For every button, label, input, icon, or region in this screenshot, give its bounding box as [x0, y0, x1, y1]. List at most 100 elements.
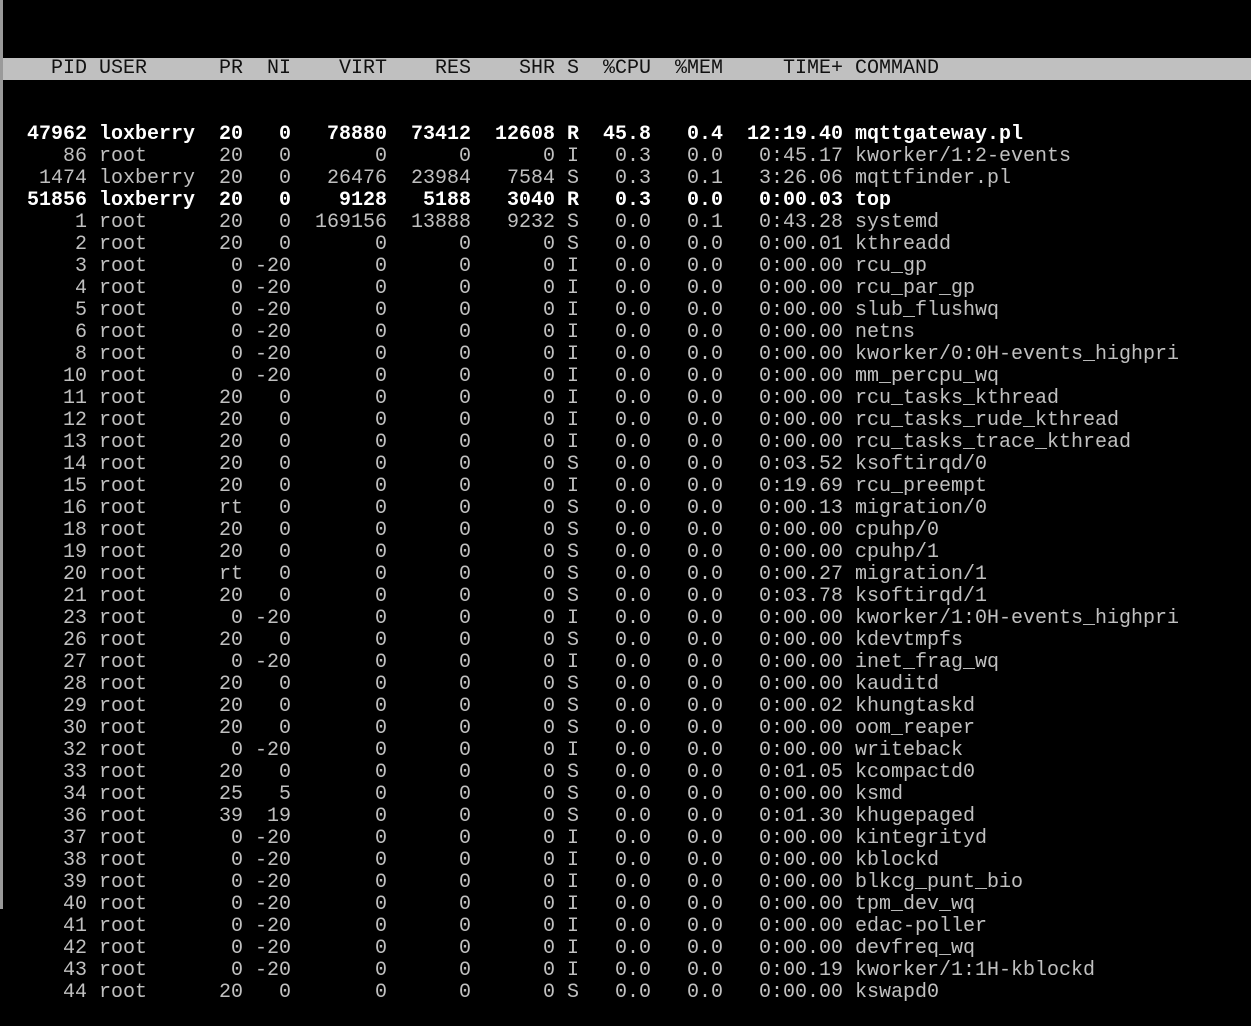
cell-virt: 0 — [374, 387, 387, 410]
process-row[interactable]: 1 root 20 0 169156 13888 9232 S 0.0 0.1 0:43.28 sys… — [3, 212, 1251, 234]
process-row[interactable]: 36 root 39 19 0 0 0 S 0.0 0.0 0:01.30 khugepaged — [3, 806, 1251, 828]
process-row[interactable]: 32 root 0 -20 0 0 0 I 0.0 0.0 0:00.00 writeback — [3, 740, 1251, 762]
process-row[interactable]: 42 root 0 -20 0 0 0 I 0.0 0.0 0:00.00 devfreq_wq — [3, 938, 1251, 960]
cell-cpu: 0.0 — [614, 431, 651, 454]
cell-mem: 0.0 — [686, 849, 723, 872]
cell-cpu: 0.0 — [614, 563, 651, 586]
cell-user: root — [99, 915, 148, 938]
process-row[interactable]: 41 root 0 -20 0 0 0 I 0.0 0.0 0:00.00 edac-poller — [3, 916, 1251, 938]
cell-cpu: 0.0 — [614, 255, 651, 278]
cell-user: root — [99, 541, 148, 564]
process-row[interactable]: 33 root 20 0 0 0 0 S 0.0 0.0 0:01.05 kcompactd0 — [3, 762, 1251, 784]
process-row[interactable]: 5 root 0 -20 0 0 0 I 0.0 0.0 0:00.00 slub_flushwq — [3, 300, 1251, 322]
process-row[interactable]: 44 root 20 0 0 0 0 S 0.0 0.0 0:00.00 kswapd0 — [3, 982, 1251, 1004]
process-list[interactable]: 47962 loxberry 20 0 78880 73412 12608 R 45.8 0.4 1… — [3, 124, 1251, 1004]
cell-pid: 26 — [62, 629, 87, 652]
process-row[interactable]: 2 root 20 0 0 0 0 S 0.0 0.0 0:00.01 kthreadd — [3, 234, 1251, 256]
cell-pr: 20 — [218, 519, 243, 542]
cell-cpu: 0.0 — [614, 959, 651, 982]
cell-state: S — [567, 717, 580, 740]
cell-res: 0 — [458, 233, 471, 256]
process-row[interactable]: 40 root 0 -20 0 0 0 I 0.0 0.0 0:00.00 tpm_dev_wq — [3, 894, 1251, 916]
cell-time: 0:00.00 — [758, 893, 843, 916]
process-row[interactable]: 39 root 0 -20 0 0 0 I 0.0 0.0 0:00.00 blkcg_punt_bi… — [3, 872, 1251, 894]
process-row[interactable]: 11 root 20 0 0 0 0 I 0.0 0.0 0:00.00 rcu_tasks_kthr… — [3, 388, 1251, 410]
cell-user: root — [99, 827, 148, 850]
cell-virt: 78880 — [326, 123, 387, 146]
header-virt[interactable]: VIRT — [291, 58, 387, 80]
process-row[interactable]: 3 root 0 -20 0 0 0 I 0.0 0.0 0:00.00 rcu_gp — [3, 256, 1251, 278]
cell-virt: 0 — [374, 673, 387, 696]
cell-ni: -20 — [255, 915, 292, 938]
header-pr[interactable]: PR — [207, 58, 243, 80]
column-header-row: PID USER PR NI VIRT RES SHR S %CPU %MEM TIME+ COMMA… — [3, 58, 1251, 80]
process-row[interactable]: 21 root 20 0 0 0 0 S 0.0 0.0 0:03.78 ksoftirqd/1 — [3, 586, 1251, 608]
process-row[interactable]: 29 root 20 0 0 0 0 S 0.0 0.0 0:00.02 khungtaskd — [3, 696, 1251, 718]
cell-state: I — [567, 145, 580, 168]
process-row[interactable]: 26 root 20 0 0 0 0 S 0.0 0.0 0:00.00 kdevtmpfs — [3, 630, 1251, 652]
header-res[interactable]: RES — [387, 58, 471, 80]
cell-pr: 20 — [218, 123, 243, 146]
cell-pid: 33 — [62, 761, 87, 784]
cell-mem: 0.0 — [686, 365, 723, 388]
cell-pid: 37 — [62, 827, 87, 850]
header-cpu[interactable]: %CPU — [579, 58, 651, 80]
cell-res: 0 — [458, 739, 471, 762]
cell-shr: 0 — [542, 321, 555, 344]
header-command[interactable]: COMMAND — [855, 58, 1251, 80]
process-row[interactable]: 10 root 0 -20 0 0 0 I 0.0 0.0 0:00.00 mm_percpu_wq — [3, 366, 1251, 388]
cell-res: 0 — [458, 145, 471, 168]
header-ni[interactable]: NI — [255, 58, 291, 80]
process-row[interactable]: 6 root 0 -20 0 0 0 I 0.0 0.0 0:00.00 netns — [3, 322, 1251, 344]
cell-time: 0:00.00 — [758, 607, 843, 630]
cell-pid: 2 — [74, 233, 87, 256]
process-row[interactable]: 37 root 0 -20 0 0 0 I 0.0 0.0 0:00.00 kintegrityd — [3, 828, 1251, 850]
process-row[interactable]: 12 root 20 0 0 0 0 I 0.0 0.0 0:00.00 rcu_tasks_rude… — [3, 410, 1251, 432]
cell-res: 0 — [458, 827, 471, 850]
process-row[interactable]: 38 root 0 -20 0 0 0 I 0.0 0.0 0:00.00 kblockd — [3, 850, 1251, 872]
process-row[interactable]: 19 root 20 0 0 0 0 S 0.0 0.0 0:00.00 cpuhp/1 — [3, 542, 1251, 564]
cell-state: S — [567, 629, 580, 652]
process-row[interactable]: 47962 loxberry 20 0 78880 73412 12608 R 45.8 0.4 1… — [3, 124, 1251, 146]
cell-mem: 0.0 — [686, 871, 723, 894]
process-row[interactable]: 86 root 20 0 0 0 0 I 0.3 0.0 0:45.17 kworker/1:2-ev… — [3, 146, 1251, 168]
cell-user: root — [99, 893, 148, 916]
process-row[interactable]: 1474 loxberry 20 0 26476 23984 7584 S 0.3 0.1 3:26… — [3, 168, 1251, 190]
header-user[interactable]: USER — [99, 58, 207, 80]
process-row[interactable]: 4 root 0 -20 0 0 0 I 0.0 0.0 0:00.00 rcu_par_gp — [3, 278, 1251, 300]
cell-pr: 20 — [218, 541, 243, 564]
process-row[interactable]: 8 root 0 -20 0 0 0 I 0.0 0.0 0:00.00 kworker/0:0H-e… — [3, 344, 1251, 366]
process-row[interactable]: 23 root 0 -20 0 0 0 I 0.0 0.0 0:00.00 kworker/1:0H-… — [3, 608, 1251, 630]
cell-res: 0 — [458, 299, 471, 322]
cell-time: 0:00.13 — [758, 497, 843, 520]
process-row[interactable]: 43 root 0 -20 0 0 0 I 0.0 0.0 0:00.19 kworker/1:1H-… — [3, 960, 1251, 982]
cell-mem: 0.0 — [686, 651, 723, 674]
process-row[interactable]: 15 root 20 0 0 0 0 I 0.0 0.0 0:19.69 rcu_preempt — [3, 476, 1251, 498]
cell-time: 0:00.19 — [758, 959, 843, 982]
cell-command: kworker/0:0H-events_highpri — [855, 343, 1180, 366]
cell-cpu: 0.0 — [614, 871, 651, 894]
cell-state: R — [567, 189, 580, 212]
header-state[interactable]: S — [567, 58, 579, 80]
process-row[interactable]: 14 root 20 0 0 0 0 S 0.0 0.0 0:03.52 ksoftirqd/0 — [3, 454, 1251, 476]
cell-mem: 0.0 — [686, 409, 723, 432]
process-row[interactable]: 13 root 20 0 0 0 0 I 0.0 0.0 0:00.00 rcu_tasks_trac… — [3, 432, 1251, 454]
cell-user: root — [99, 937, 148, 960]
cell-virt: 0 — [374, 409, 387, 432]
header-shr[interactable]: SHR — [471, 58, 555, 80]
cell-res: 0 — [458, 805, 471, 828]
process-row[interactable]: 18 root 20 0 0 0 0 S 0.0 0.0 0:00.00 cpuhp/0 — [3, 520, 1251, 542]
cell-time: 0:00.00 — [758, 673, 843, 696]
header-mem[interactable]: %MEM — [651, 58, 723, 80]
process-row[interactable]: 34 root 25 5 0 0 0 S 0.0 0.0 0:00.00 ksmd — [3, 784, 1251, 806]
process-row[interactable]: 30 root 20 0 0 0 0 S 0.0 0.0 0:00.00 oom_reaper — [3, 718, 1251, 740]
process-row[interactable]: 16 root rt 0 0 0 0 S 0.0 0.0 0:00.13 migration/0 — [3, 498, 1251, 520]
cell-res: 0 — [458, 497, 471, 520]
header-time[interactable]: TIME+ — [723, 58, 843, 80]
cell-command: tpm_dev_wq — [855, 893, 976, 916]
header-pid[interactable]: PID — [3, 58, 87, 80]
process-row[interactable]: 20 root rt 0 0 0 0 S 0.0 0.0 0:00.27 migration/1 — [3, 564, 1251, 586]
process-row[interactable]: 27 root 0 -20 0 0 0 I 0.0 0.0 0:00.00 inet_frag_wq — [3, 652, 1251, 674]
process-row[interactable]: 51856 loxberry 20 0 9128 5188 3040 R 0.3 0.0 0:00.… — [3, 190, 1251, 212]
process-row[interactable]: 28 root 20 0 0 0 0 S 0.0 0.0 0:00.00 kauditd — [3, 674, 1251, 696]
